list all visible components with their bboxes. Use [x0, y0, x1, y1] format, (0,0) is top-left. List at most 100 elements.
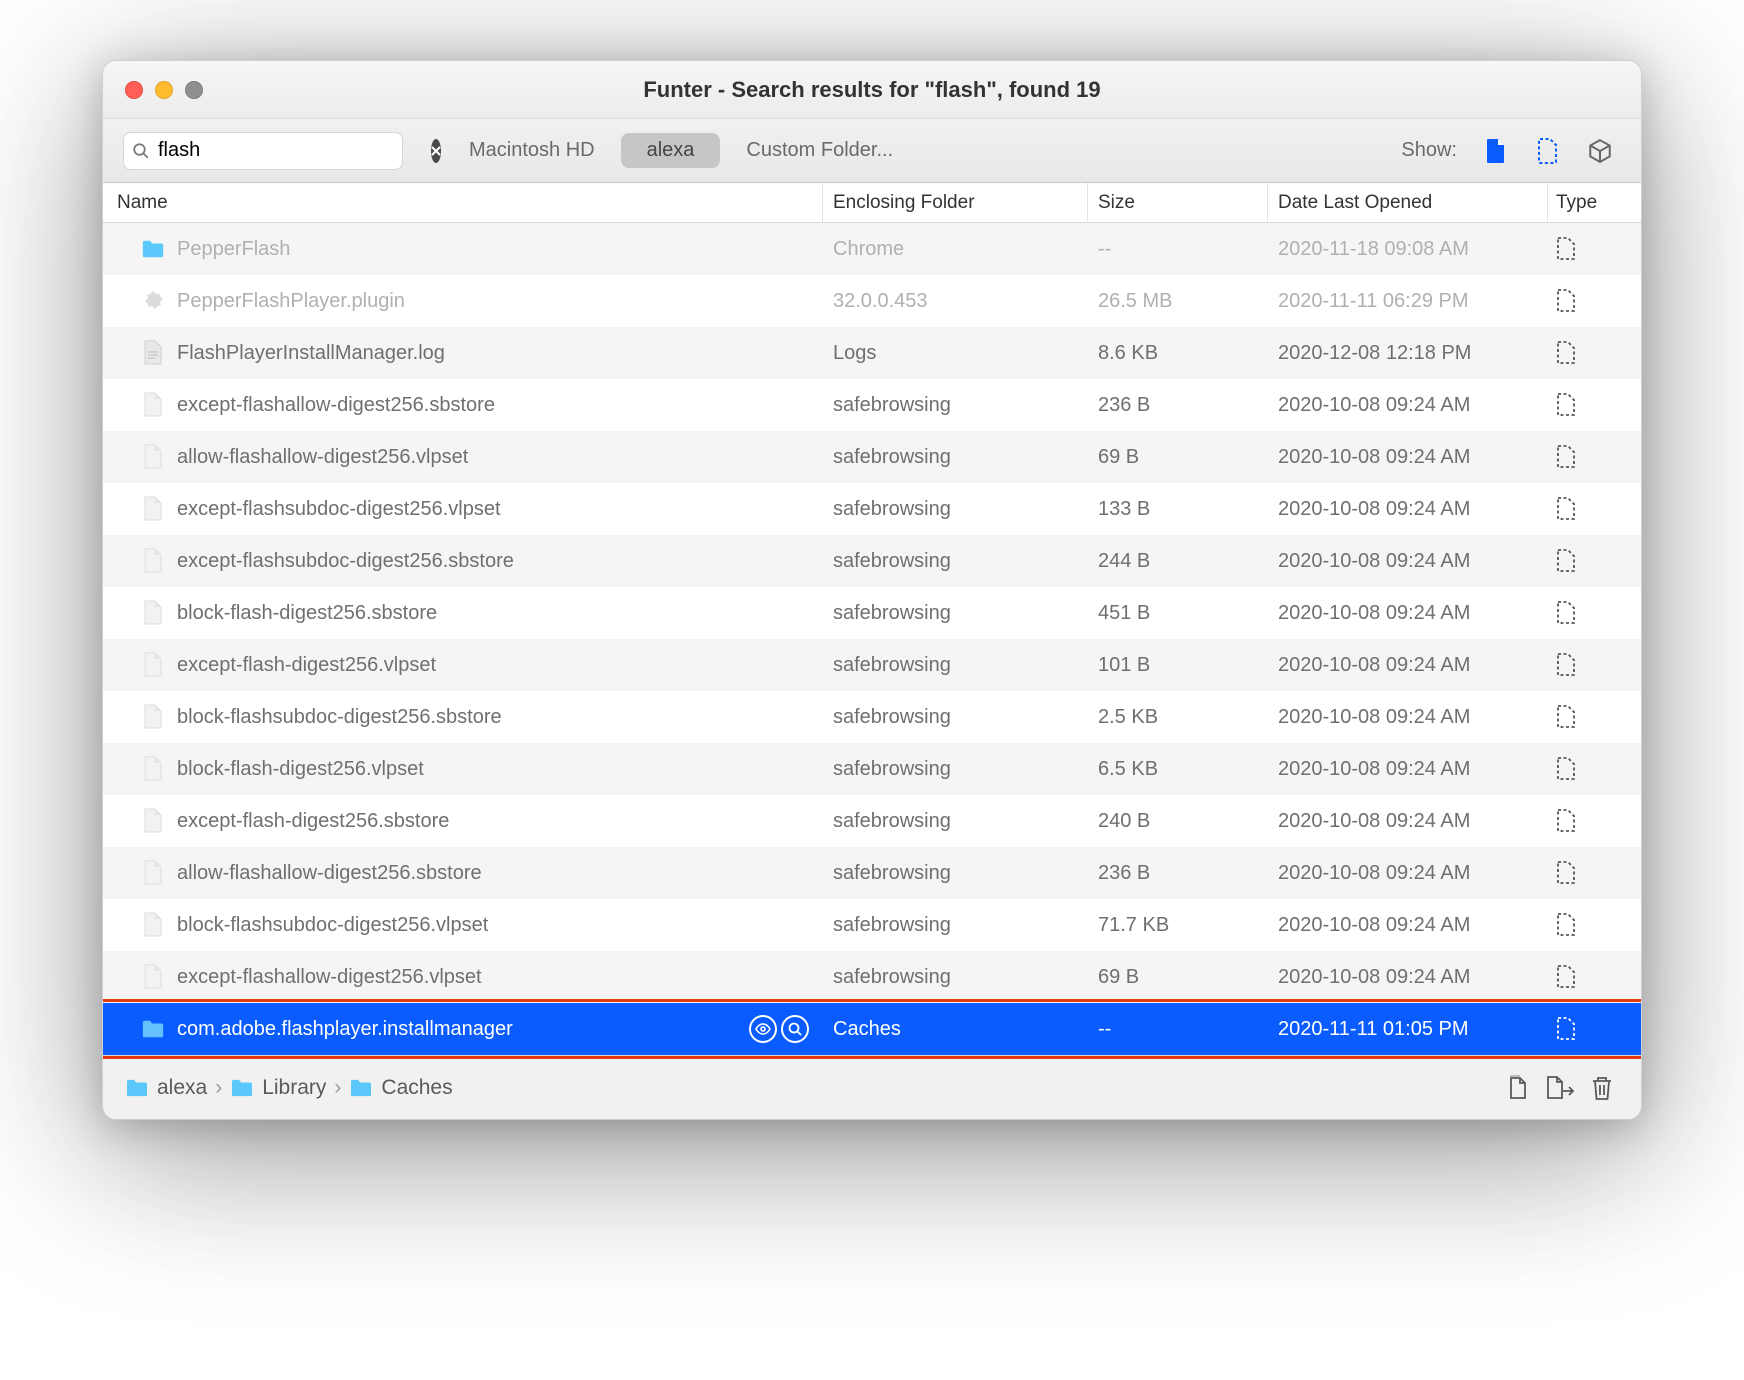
date-last-opened: 2020-11-11 06:29 PM	[1268, 275, 1548, 327]
column-date[interactable]: Date Last Opened	[1268, 183, 1548, 222]
titlebar: Funter - Search results for "flash", fou…	[103, 61, 1641, 119]
file-size: --	[1088, 223, 1268, 275]
scope-custom-folder-[interactable]: Custom Folder...	[720, 133, 919, 168]
file-icon	[141, 703, 165, 731]
file-type-icon	[1548, 223, 1641, 275]
result-row[interactable]: except-flashallow-digest256.sbstoresafeb…	[103, 379, 1641, 431]
file-type-icon	[1548, 691, 1641, 743]
enclosing-folder: safebrowsing	[823, 743, 1088, 795]
result-row[interactable]: block-flash-digest256.vlpsetsafebrowsing…	[103, 743, 1641, 795]
file-type-icon	[1548, 1003, 1641, 1055]
result-row[interactable]: block-flash-digest256.sbstoresafebrowsin…	[103, 587, 1641, 639]
file-type-icon	[1548, 483, 1641, 535]
date-last-opened: 2020-10-08 09:24 AM	[1268, 431, 1548, 483]
file-name: except-flash-digest256.vlpset	[177, 654, 823, 677]
result-row[interactable]: block-flashsubdoc-digest256.vlpsetsafebr…	[103, 899, 1641, 951]
breadcrumb-item[interactable]: Library	[230, 1076, 326, 1100]
file-type-icon	[1548, 431, 1641, 483]
file-icon	[141, 443, 165, 471]
column-type[interactable]: Type	[1548, 183, 1641, 222]
enclosing-folder: safebrowsing	[823, 379, 1088, 431]
file-size: 8.6 KB	[1088, 327, 1268, 379]
result-row[interactable]: FlashPlayerInstallManager.logLogs8.6 KB2…	[103, 327, 1641, 379]
scope-macintosh-hd[interactable]: Macintosh HD	[443, 133, 621, 168]
reveal-in-finder-button[interactable]	[781, 1015, 809, 1043]
result-row[interactable]: allow-flashallow-digest256.sbstoresafebr…	[103, 847, 1641, 899]
footer: alexa›Library›Caches	[103, 1055, 1641, 1119]
file-name: block-flashsubdoc-digest256.sbstore	[177, 706, 823, 729]
result-row[interactable]: PepperFlashPlayer.plugin32.0.0.45326.5 M…	[103, 275, 1641, 327]
date-last-opened: 2020-10-08 09:24 AM	[1268, 899, 1548, 951]
breadcrumb-item[interactable]: alexa	[125, 1076, 207, 1100]
file-name: allow-flashallow-digest256.vlpset	[177, 446, 823, 469]
file-size: 101 B	[1088, 639, 1268, 691]
result-row[interactable]: except-flash-digest256.sbstoresafebrowsi…	[103, 795, 1641, 847]
column-size[interactable]: Size	[1088, 183, 1268, 222]
reveal-button[interactable]	[1543, 1071, 1577, 1105]
date-last-opened: 2020-10-08 09:24 AM	[1268, 743, 1548, 795]
file-size: 240 B	[1088, 795, 1268, 847]
clear-search-button[interactable]	[431, 139, 441, 163]
file-type-icon	[1548, 379, 1641, 431]
enclosing-folder: 32.0.0.453	[823, 275, 1088, 327]
enclosing-folder: safebrowsing	[823, 483, 1088, 535]
show-hidden-files-button[interactable]	[1533, 136, 1563, 166]
file-type-icon	[1548, 327, 1641, 379]
scope-alexa[interactable]: alexa	[621, 133, 721, 168]
file-icon	[141, 963, 165, 991]
file-type-icon	[1548, 899, 1641, 951]
date-last-opened: 2020-10-08 09:24 AM	[1268, 535, 1548, 587]
search-field[interactable]	[123, 132, 403, 170]
copy-button[interactable]	[1501, 1071, 1535, 1105]
enclosing-folder: safebrowsing	[823, 691, 1088, 743]
file-type-icon	[1548, 275, 1641, 327]
enclosing-folder: safebrowsing	[823, 795, 1088, 847]
file-size: 2.5 KB	[1088, 691, 1268, 743]
breadcrumb-separator: ›	[334, 1076, 341, 1100]
file-name: except-flashallow-digest256.vlpset	[177, 966, 823, 989]
file-type-icon	[1548, 743, 1641, 795]
result-row[interactable]: except-flashsubdoc-digest256.vlpsetsafeb…	[103, 483, 1641, 535]
file-type-icon	[1548, 795, 1641, 847]
file-size: 71.7 KB	[1088, 899, 1268, 951]
enclosing-folder: safebrowsing	[823, 899, 1088, 951]
file-icon	[141, 235, 165, 263]
file-size: 244 B	[1088, 535, 1268, 587]
delete-button[interactable]	[1585, 1071, 1619, 1105]
file-icon	[141, 1015, 165, 1043]
window-title: Funter - Search results for "flash", fou…	[103, 77, 1641, 103]
file-icon	[141, 755, 165, 783]
search-icon	[132, 142, 150, 160]
file-icon	[141, 547, 165, 575]
file-name: except-flashsubdoc-digest256.vlpset	[177, 498, 823, 521]
result-row[interactable]: com.adobe.flashplayer.installmanagerCach…	[103, 1003, 1641, 1055]
date-last-opened: 2020-12-08 12:18 PM	[1268, 327, 1548, 379]
quicklook-button[interactable]	[749, 1015, 777, 1043]
column-name[interactable]: Name	[103, 183, 823, 222]
show-label: Show:	[1401, 139, 1457, 162]
result-row[interactable]: PepperFlashChrome--2020-11-18 09:08 AM	[103, 223, 1641, 275]
show-packages-button[interactable]	[1585, 136, 1615, 166]
result-row[interactable]: allow-flashallow-digest256.vlpsetsafebro…	[103, 431, 1641, 483]
file-name: block-flashsubdoc-digest256.vlpset	[177, 914, 823, 937]
search-input[interactable]	[158, 139, 423, 162]
file-size: --	[1088, 1003, 1268, 1055]
results-list: PepperFlashChrome--2020-11-18 09:08 AMPe…	[103, 223, 1641, 1055]
file-icon	[141, 339, 165, 367]
file-size: 236 B	[1088, 847, 1268, 899]
result-row[interactable]: except-flashallow-digest256.vlpsetsafebr…	[103, 951, 1641, 1003]
result-row[interactable]: except-flashsubdoc-digest256.sbstoresafe…	[103, 535, 1641, 587]
result-row[interactable]: except-flash-digest256.vlpsetsafebrowsin…	[103, 639, 1641, 691]
file-name: FlashPlayerInstallManager.log	[177, 342, 823, 365]
date-last-opened: 2020-10-08 09:24 AM	[1268, 379, 1548, 431]
column-enclosing[interactable]: Enclosing Folder	[823, 183, 1088, 222]
breadcrumb-item[interactable]: Caches	[349, 1076, 452, 1100]
show-visible-files-button[interactable]	[1481, 136, 1511, 166]
file-size: 69 B	[1088, 951, 1268, 1003]
result-row[interactable]: block-flashsubdoc-digest256.sbstoresafeb…	[103, 691, 1641, 743]
enclosing-folder: safebrowsing	[823, 431, 1088, 483]
file-icon	[141, 287, 165, 315]
file-icon	[141, 599, 165, 627]
date-last-opened: 2020-10-08 09:24 AM	[1268, 951, 1548, 1003]
date-last-opened: 2020-10-08 09:24 AM	[1268, 847, 1548, 899]
